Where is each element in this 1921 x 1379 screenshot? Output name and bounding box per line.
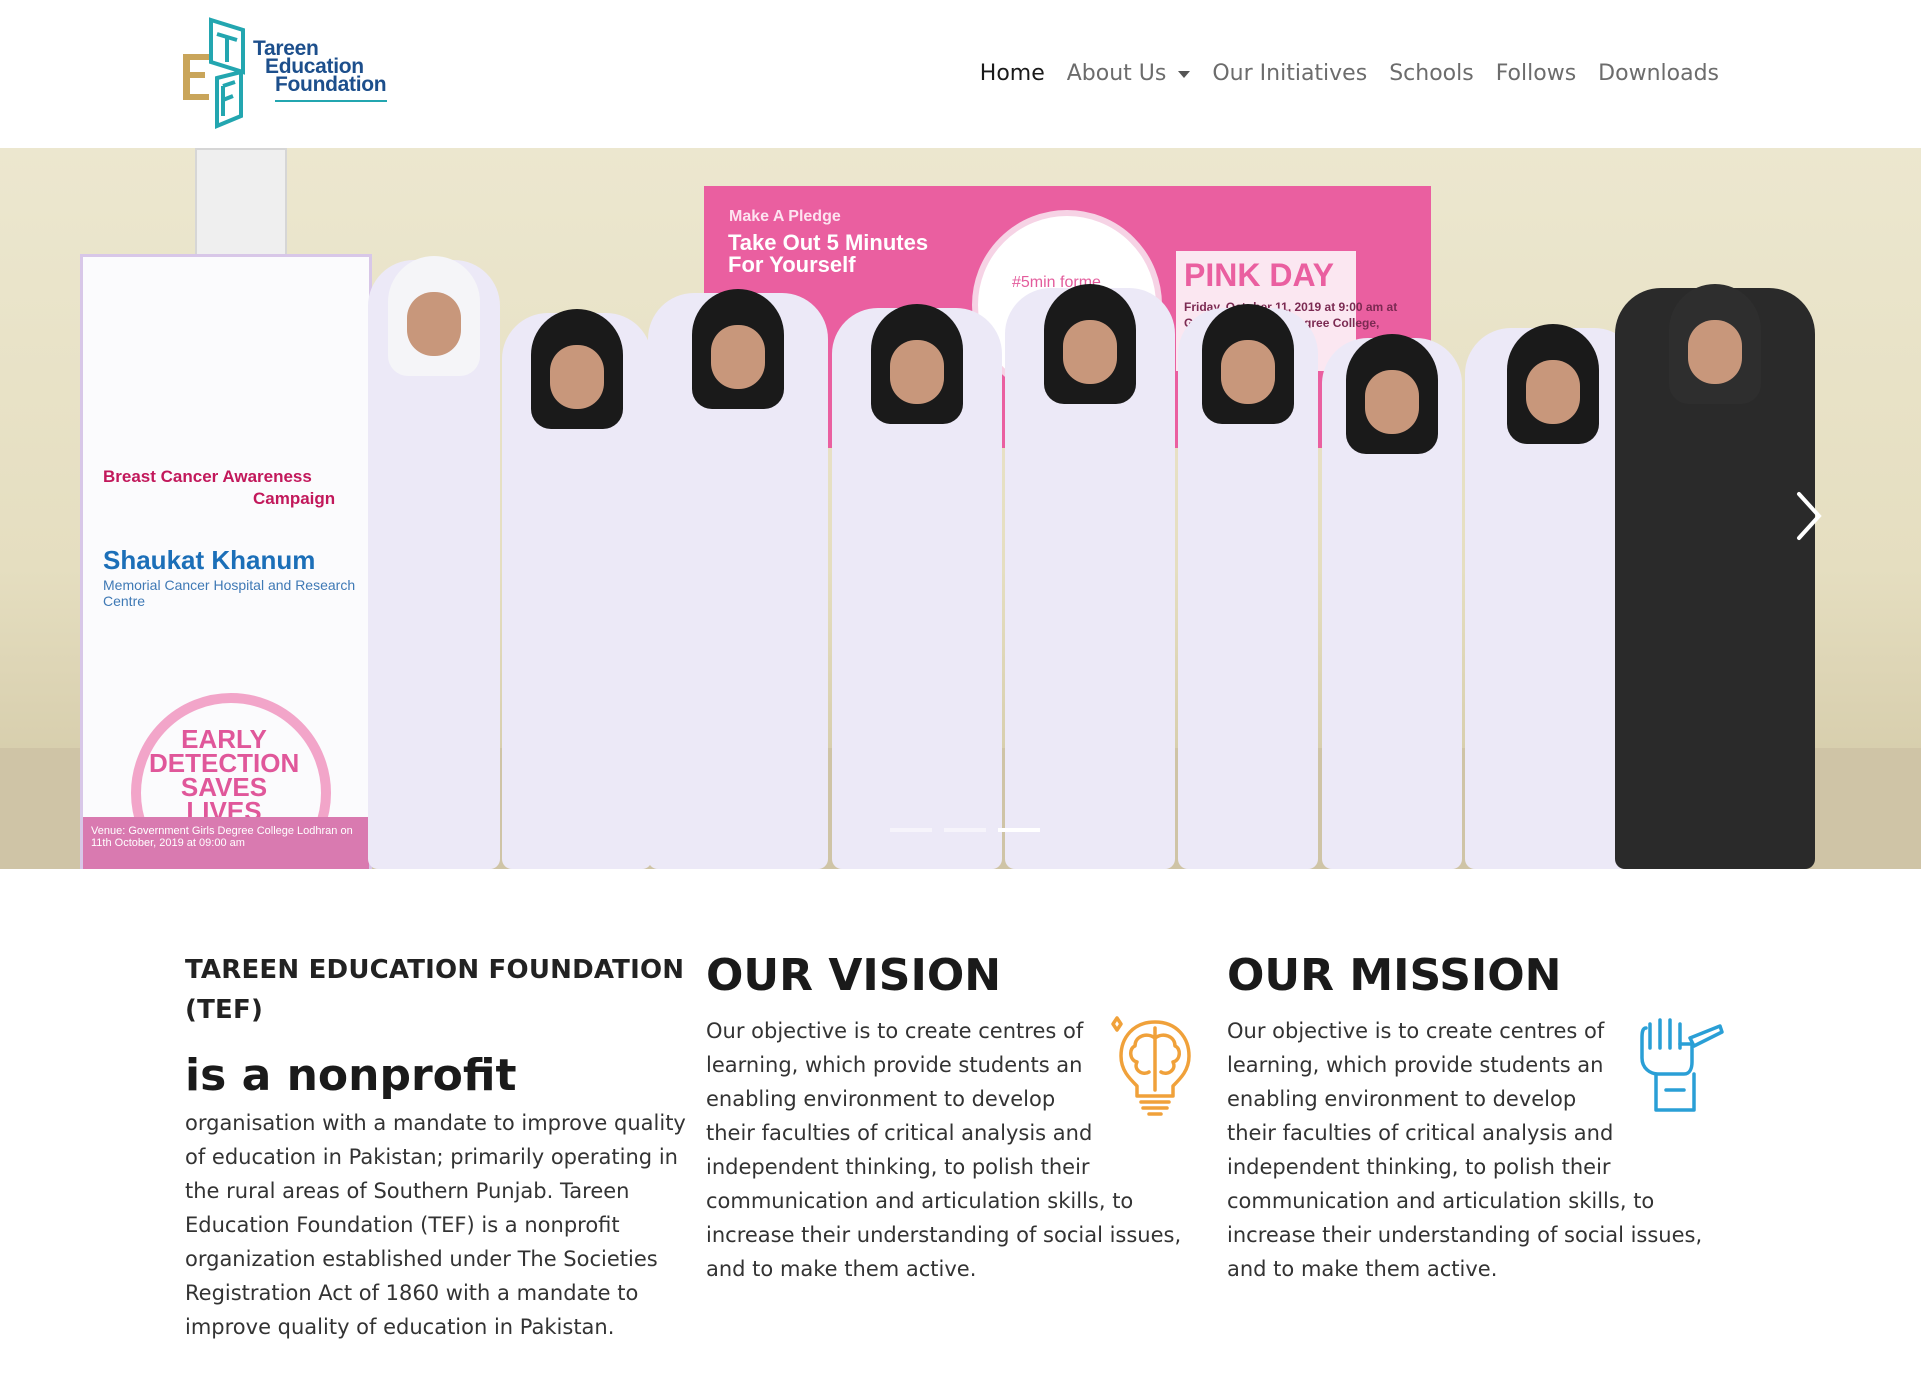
photo-person bbox=[1005, 284, 1175, 869]
standee-campaign: Breast Cancer Awareness bbox=[103, 467, 312, 486]
standee-campaign-2: Campaign bbox=[253, 489, 336, 508]
chevron-right-icon bbox=[1797, 492, 1822, 540]
navbar: E Tareen Education Foundation Home About… bbox=[0, 0, 1921, 148]
nav-about-us-dropdown[interactable]: About Us bbox=[1056, 60, 1202, 88]
nav-schools[interactable]: Schools bbox=[1378, 60, 1485, 88]
nav-our-initiatives[interactable]: Our Initiatives bbox=[1201, 60, 1378, 88]
about-heading: is a nonprofit bbox=[185, 1050, 517, 1101]
caret-down-icon bbox=[1178, 70, 1191, 78]
banner-pledge: Make A Pledge bbox=[729, 208, 841, 225]
carousel-indicators bbox=[890, 828, 1040, 832]
carousel-indicator-2[interactable] bbox=[944, 828, 986, 832]
svg-text:E: E bbox=[182, 50, 183, 52]
pink-day-title: PINK DAY bbox=[1184, 257, 1334, 293]
carousel-next-button[interactable] bbox=[1793, 486, 1827, 546]
photo-person bbox=[1615, 284, 1815, 869]
nav-home[interactable]: Home bbox=[969, 60, 1056, 88]
brand-name-line: Foundation bbox=[275, 73, 387, 96]
photo-person bbox=[1178, 304, 1318, 869]
vision-section: OUR VISION Our objective is to create ce… bbox=[706, 950, 1216, 1286]
photo-person bbox=[368, 256, 500, 869]
banner-headline: Take Out 5 Minutes For Yourself bbox=[728, 230, 929, 277]
brand-logo[interactable]: E Tareen Education Foundation bbox=[181, 16, 396, 134]
standee-partner: Shaukat Khanum bbox=[103, 545, 316, 575]
standee-partner-sub: Memorial Cancer Hospital and Research Ce… bbox=[103, 577, 356, 609]
hero-carousel: Make A Pledge Take Out 5 Minutes For You… bbox=[0, 148, 1921, 869]
vision-text: Our objective is to create centres of le… bbox=[706, 1014, 1211, 1286]
about-body: organisation with a mandate to improve q… bbox=[185, 1111, 686, 1339]
standee-venue: Venue: Government Girls Degree College L… bbox=[83, 817, 369, 869]
vision-heading: OUR VISION bbox=[706, 950, 1002, 1001]
photo-person bbox=[832, 304, 1002, 869]
nav-label: Schools bbox=[1389, 61, 1474, 86]
photo-person bbox=[648, 289, 828, 869]
photo-person bbox=[1465, 324, 1640, 869]
mission-text: Our objective is to create centres of le… bbox=[1227, 1014, 1732, 1286]
mission-section: OUR MISSION Our objective is to create c… bbox=[1227, 950, 1737, 1286]
main-nav: Home About Us Our Initiatives Schools Fo… bbox=[969, 60, 1730, 88]
photo-person bbox=[502, 309, 652, 869]
brand-name: Tareen Education Foundation bbox=[253, 38, 387, 96]
carousel-indicator-1[interactable] bbox=[890, 828, 932, 832]
mission-heading: OUR MISSION bbox=[1227, 950, 1562, 1001]
brain-bulb-icon bbox=[1111, 1016, 1191, 1116]
nav-downloads[interactable]: Downloads bbox=[1587, 60, 1730, 88]
about-eyebrow: TAREEN EDUCATION FOUNDATION (TEF) bbox=[185, 955, 685, 1025]
nav-follows[interactable]: Follows bbox=[1485, 60, 1587, 88]
nav-label: Home bbox=[979, 61, 1045, 86]
nav-label: Downloads bbox=[1598, 61, 1719, 86]
fist-pencil-icon bbox=[1640, 1018, 1724, 1112]
about-section: TAREEN EDUCATION FOUNDATION (TEF) is a n… bbox=[185, 950, 695, 1344]
nav-label: About Us bbox=[1066, 61, 1167, 86]
carousel-indicator-3[interactable] bbox=[998, 828, 1040, 832]
awareness-standee: Breast Cancer Awareness Campaign Shaukat… bbox=[80, 254, 372, 869]
nav-label: Follows bbox=[1495, 61, 1577, 86]
photo-person bbox=[1322, 334, 1462, 869]
brand-underline bbox=[275, 100, 387, 102]
nav-label: Our Initiatives bbox=[1212, 61, 1368, 86]
standee-slogan: EARLY DETECTION SAVES LIVES bbox=[149, 724, 300, 826]
